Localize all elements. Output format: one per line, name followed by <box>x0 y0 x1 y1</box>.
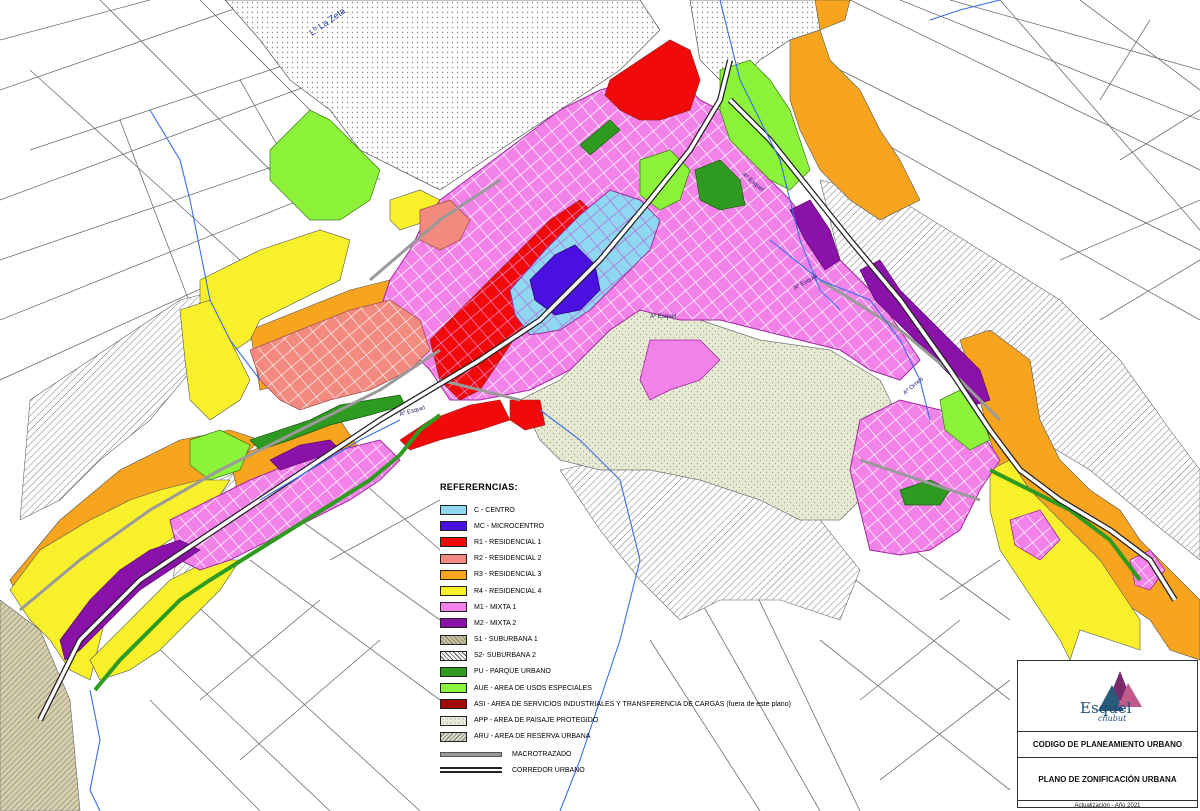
legend-swatch <box>440 505 467 516</box>
map-legend: REFERERNCIAS: C - CENTRO MC - MICROCENTRO… <box>440 482 820 777</box>
legend-swatch <box>440 537 467 548</box>
legend-swatch <box>440 553 467 564</box>
zone-r2-west <box>249 299 431 411</box>
legend-label: MC - MICROCENTRO <box>474 522 544 530</box>
legend-label: R4 - RESIDENCIAL 4 <box>474 587 542 595</box>
legend-swatch <box>440 666 467 677</box>
legend-item-r1: R1 - RESIDENCIAL 1 <box>440 534 820 550</box>
legend-swatch <box>440 683 467 694</box>
legend-label: R1 - RESIDENCIAL 1 <box>474 538 542 546</box>
legend-item-m1: M1 - MIXTA 1 <box>440 599 820 615</box>
legend-label: C - CENTRO <box>474 506 515 514</box>
legend-swatch <box>440 521 467 532</box>
zone-r1-south <box>509 399 546 431</box>
legend-item-macrotrazado: MACROTRAZADO <box>440 748 820 761</box>
legend-swatch <box>440 618 467 629</box>
legend-item-mc: MC - MICROCENTRO <box>440 518 820 534</box>
legend-item-corredor: CORREDOR URBANO <box>440 764 820 777</box>
legend-swatch <box>440 569 467 580</box>
legend-swatch <box>440 731 467 742</box>
legend-swatch <box>440 586 467 597</box>
legend-item-aru: ARU - AREA DE RESERVA URBANA <box>440 729 820 745</box>
legend-label: ARU - AREA DE RESERVA URBANA <box>474 733 591 741</box>
legend-label: M2 - MIXTA 2 <box>474 619 517 627</box>
legend-label: PU - PARQUE URBANO <box>474 668 551 676</box>
legend-label: R3 - RESIDENCIAL 3 <box>474 571 542 579</box>
legend-zone-list: C - CENTRO MC - MICROCENTRO R1 - RESIDENCI… <box>440 502 820 745</box>
zone-r3-north-strip <box>814 0 851 31</box>
legend-item-aue: AUE - AREA DE USOS ESPECIALES <box>440 680 820 696</box>
legend-item-asi: ASI - AREA DE SERVICIOS INDUSTRIALES Y T… <box>440 696 820 712</box>
legend-label: CORREDOR URBANO <box>512 766 585 774</box>
legend-line-sample <box>440 751 502 757</box>
legend-swatch <box>440 715 467 726</box>
legend-label: MACROTRAZADO <box>512 750 572 758</box>
legend-item-c: C - CENTRO <box>440 502 820 518</box>
plan-title: PLANO DE ZONIFICACIÓN URBANA <box>1018 758 1197 801</box>
legend-label: S2- SUBURBANA 2 <box>474 652 536 660</box>
logo-subtitle: chubut <box>1098 714 1127 723</box>
legend-swatch <box>440 650 467 661</box>
zoning-map-viewer: Lº La Zeta Aº Esquel Aº Esquel Aº Esquel… <box>0 0 1200 811</box>
legend-swatch <box>440 634 467 645</box>
legend-title: REFERERNCIAS: <box>440 482 518 492</box>
creek-label-north: Aº Esquel <box>650 313 676 320</box>
title-block: Esquel chubut CODIGO DE PLANEAMIENTO URB… <box>1017 660 1198 809</box>
legend-item-s2: S2- SUBURBANA 2 <box>440 648 820 664</box>
legend-item-s1: S1 - SUBURBANA 1 <box>440 632 820 648</box>
legend-item-r4: R4 - RESIDENCIAL 4 <box>440 583 820 599</box>
code-title: CODIGO DE PLANEAMIENTO URBANO <box>1018 732 1197 758</box>
legend-item-pu: PU - PARQUE URBANO <box>440 664 820 680</box>
legend-item-m2: M2 - MIXTA 2 <box>440 615 820 631</box>
esquel-logo: Esquel chubut <box>1018 661 1197 732</box>
update-note: Actualización - Año 2021 <box>1074 802 1141 809</box>
legend-swatch <box>440 602 467 613</box>
legend-swatch <box>440 699 467 710</box>
legend-label: AUE - AREA DE USOS ESPECIALES <box>474 684 592 692</box>
legend-label: ASI - AREA DE SERVICIOS INDUSTRIALES Y T… <box>474 700 791 708</box>
legend-label: M1 - MIXTA 1 <box>474 603 517 611</box>
legend-item-r2: R2 - RESIDENCIAL 2 <box>440 551 820 567</box>
legend-line-list: MACROTRAZADO CORREDOR URBANO <box>440 748 820 777</box>
legend-item-app: APP - AREA DE PAISAJE PROTEGIDO <box>440 712 820 728</box>
legend-label: S1 - SUBURBANA 1 <box>474 636 538 644</box>
legend-label: APP - AREA DE PAISAJE PROTEGIDO <box>474 717 599 725</box>
legend-line-sample <box>440 767 502 774</box>
legend-item-r3: R3 - RESIDENCIAL 3 <box>440 567 820 583</box>
legend-label: R2 - RESIDENCIAL 2 <box>474 555 542 563</box>
